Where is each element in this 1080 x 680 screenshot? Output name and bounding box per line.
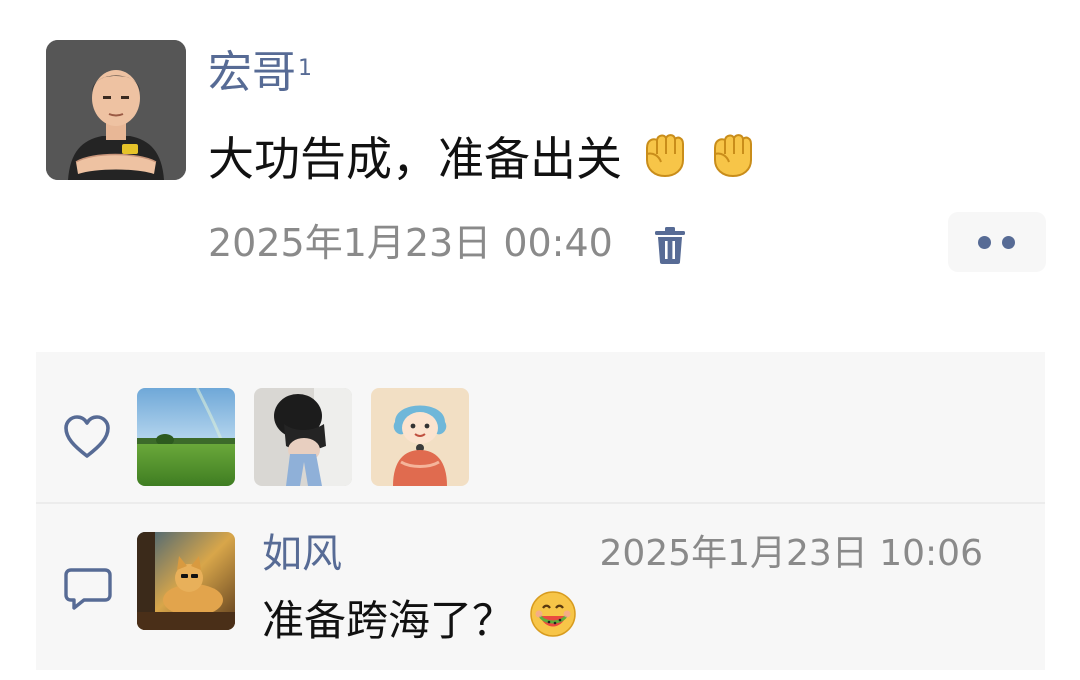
raised-fist-emoji bbox=[637, 126, 691, 199]
comment-bubble-icon bbox=[62, 566, 114, 612]
dot bbox=[978, 236, 991, 249]
heart-outline-icon bbox=[62, 414, 112, 460]
commenter-avatar[interactable] bbox=[137, 532, 235, 630]
post-content: 大功告成，准备出关 bbox=[208, 124, 759, 199]
liker-avatar-person-photo[interactable] bbox=[254, 388, 352, 486]
cartoon-man-avatar-image bbox=[46, 40, 186, 180]
dot bbox=[1002, 236, 1015, 249]
post-text: 大功告成，准备出关 bbox=[208, 132, 622, 186]
divider bbox=[36, 502, 1045, 504]
cat-sunset-avatar bbox=[137, 532, 235, 630]
comment-content: 准备跨海了？ bbox=[262, 588, 579, 659]
interaction-panel: 如风 2025年1月23日 10:06 准备跨海了？ bbox=[36, 352, 1045, 670]
raised-fist-emoji bbox=[705, 126, 759, 199]
likes-row bbox=[36, 352, 1045, 502]
cartoon-girl-avatar bbox=[371, 388, 469, 486]
comment-text: 准备跨海了？ bbox=[262, 596, 515, 645]
comment-timestamp: 2025年1月23日 10:06 bbox=[599, 533, 983, 574]
author-name-text: 宏哥 bbox=[208, 47, 296, 98]
author-avatar[interactable] bbox=[46, 40, 186, 180]
watermelon-face-emoji bbox=[527, 588, 579, 659]
liker-avatar-cartoon-girl[interactable] bbox=[371, 388, 469, 486]
author-badge: 1 bbox=[298, 56, 312, 81]
post-timestamp: 2025年1月23日 00:40 bbox=[208, 221, 613, 265]
more-dots-icon[interactable] bbox=[948, 212, 1046, 272]
commenter-name[interactable]: 如风 bbox=[262, 524, 342, 584]
trash-icon[interactable] bbox=[652, 225, 688, 265]
liker-avatar-green-field[interactable] bbox=[137, 388, 235, 486]
person-photo-avatar bbox=[254, 388, 352, 486]
green-field-avatar bbox=[137, 388, 235, 486]
author-name[interactable]: 宏哥1 bbox=[208, 38, 312, 108]
